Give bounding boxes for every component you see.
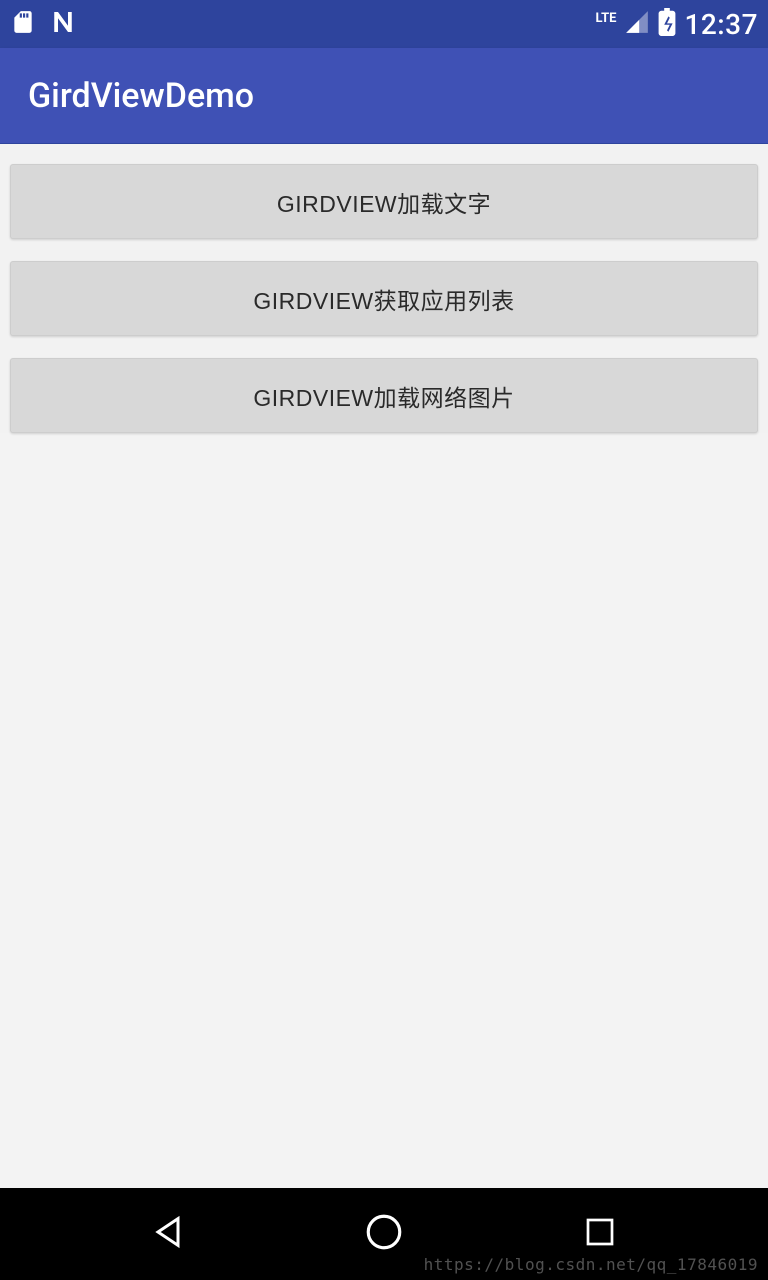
- sd-card-icon: [10, 9, 36, 39]
- network-type-label: LTE: [595, 11, 616, 26]
- back-icon: [148, 1212, 188, 1256]
- recent-apps-button[interactable]: [574, 1208, 626, 1260]
- home-button[interactable]: [358, 1208, 410, 1260]
- status-right: LTE 12:37: [595, 8, 758, 41]
- status-left: [10, 7, 78, 41]
- app-title: GirdViewDemo: [28, 76, 254, 116]
- back-button[interactable]: [142, 1208, 194, 1260]
- clock-time: 12:37: [684, 8, 758, 41]
- android-n-icon: [48, 7, 78, 41]
- gridview-load-text-button[interactable]: GIRDVIEW加载文字: [10, 164, 758, 239]
- watermark-text: https://blog.csdn.net/qq_17846019: [424, 1255, 758, 1274]
- recent-apps-icon: [582, 1214, 618, 1254]
- battery-charging-icon: [658, 8, 676, 40]
- content-area: GIRDVIEW加载文字 GIRDVIEW获取应用列表 GIRDVIEW加载网络…: [0, 144, 768, 433]
- signal-icon: [624, 9, 650, 39]
- gridview-load-network-image-button[interactable]: GIRDVIEW加载网络图片: [10, 358, 758, 433]
- app-bar: GirdViewDemo: [0, 48, 768, 144]
- gridview-get-app-list-button[interactable]: GIRDVIEW获取应用列表: [10, 261, 758, 336]
- status-bar: LTE 12:37: [0, 0, 768, 48]
- home-icon: [363, 1211, 405, 1257]
